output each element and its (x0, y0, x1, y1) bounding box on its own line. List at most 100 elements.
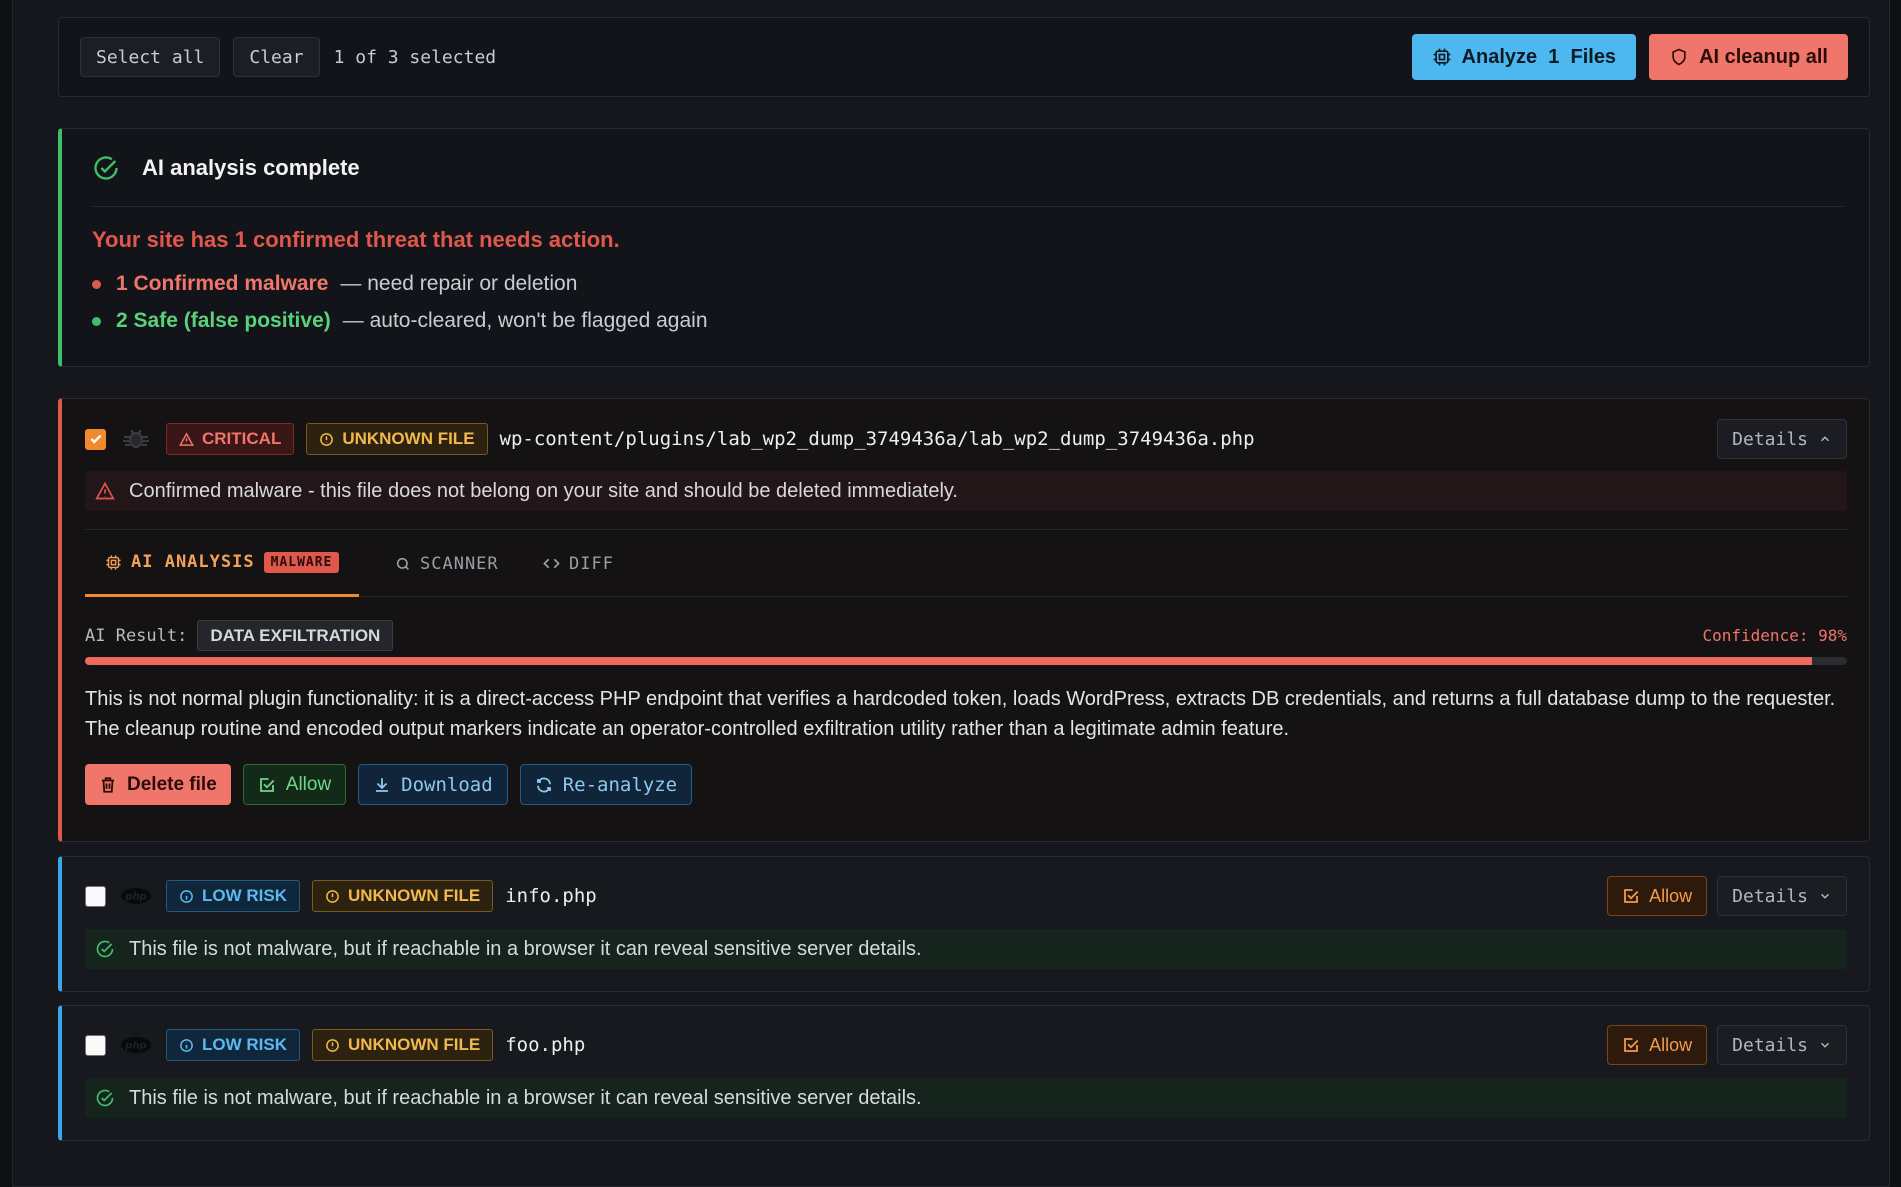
chevron-down-icon (1820, 893, 1830, 899)
file-status-message: This file is not malware, but if reachab… (85, 1078, 1847, 1118)
check-circle-icon (96, 940, 114, 958)
allow-label: Allow (285, 773, 332, 795)
file-type-label: UNKNOWN FILE (342, 429, 475, 448)
ai-explanation: This is not normal plugin functionality:… (85, 688, 1836, 740)
re-analyze-button[interactable]: Re-analyze (519, 764, 693, 805)
info-circle-icon (326, 1038, 339, 1052)
file-path: wp-content/plugins/lab_wp2_dump_3749436a… (499, 428, 1255, 450)
check-circle-icon (96, 1089, 114, 1107)
severity-label: LOW RISK (202, 886, 287, 905)
details-toggle-button[interactable]: Details (1717, 876, 1847, 916)
tab-diff[interactable]: DIFF (543, 530, 614, 597)
file-type-label: UNKNOWN FILE (348, 886, 481, 905)
file-card-critical: CRITICAL UNKNOWN FILE wp-content/plugins… (58, 398, 1870, 842)
allow-label: Allow (1649, 885, 1693, 906)
file-checkbox[interactable] (85, 428, 106, 450)
confidence-bar-fill (85, 657, 1812, 665)
file-type-badge: UNKNOWN FILE (312, 1029, 494, 1061)
ai-result-tag: DATA EXFILTRATION (197, 620, 394, 651)
allow-button[interactable]: Allow (242, 764, 347, 805)
summary-item-malware: 1 Confirmed malware — need repair or del… (92, 272, 577, 296)
php-icon: php (121, 1037, 151, 1053)
file-header: php LOW RISK UNKNOWN FILE info.php Allow… (85, 876, 1847, 916)
summary-item-safe: 2 Safe (false positive) — auto-cleared, … (92, 309, 708, 333)
analyze-files-button[interactable]: Analyze 1 Files (1411, 34, 1637, 80)
ai-result-row: AI Result: DATA EXFILTRATION Confidence:… (85, 620, 1847, 651)
summary-item-detail: — auto-cleared, won't be flagged again (342, 309, 708, 332)
confidence-label: Confidence: 98% (1702, 626, 1848, 645)
details-label: Details (1732, 885, 1808, 907)
tab-ai-analysis[interactable]: AI ANALYSIS MALWARE (85, 530, 360, 597)
file-checkbox[interactable] (85, 885, 106, 907)
summary-title: AI analysis complete (142, 155, 360, 180)
info-circle-icon (320, 432, 334, 446)
threat-headline: Your site has 1 confirmed threat that ne… (92, 227, 620, 252)
details-toggle-button[interactable]: Details (1717, 1025, 1847, 1065)
selection-toolbar: Select all Clear 1 of 3 selected Analyze… (58, 17, 1870, 97)
delete-file-button[interactable]: Delete file (85, 764, 231, 805)
file-status-message: Confirmed malware - this file does not b… (85, 471, 1847, 511)
summary-divider (92, 206, 1844, 207)
checkmark-icon (90, 434, 101, 444)
summary-header: AI analysis complete (92, 154, 360, 182)
selection-status: 1 of 3 selected (333, 46, 497, 68)
cpu-icon (1433, 48, 1450, 66)
details-toggle-button[interactable]: Details (1717, 419, 1847, 459)
info-circle-icon (326, 889, 339, 903)
bug-icon (123, 429, 149, 448)
file-actions: Delete file Allow Download Re-analyze (85, 764, 693, 805)
download-icon (376, 777, 389, 792)
select-all-button[interactable]: Select all (80, 37, 221, 77)
file-checkbox[interactable] (85, 1034, 106, 1056)
analysis-tabs: AI ANALYSIS MALWARE SCANNER DIFF (85, 529, 1847, 597)
clear-selection-button[interactable]: Clear (233, 37, 320, 77)
cpu-icon (106, 554, 121, 570)
details-label: Details (1732, 428, 1808, 450)
file-header: php LOW RISK UNKNOWN FILE foo.php Allow … (85, 1025, 1847, 1065)
re-analyze-label: Re-analyze (562, 773, 678, 796)
ai-cleanup-all-button[interactable]: AI cleanup all (1649, 34, 1848, 80)
svg-text:php: php (124, 892, 146, 903)
malware-badge: MALWARE (263, 551, 340, 573)
code-icon (543, 558, 560, 569)
warning-icon (95, 481, 115, 500)
check-square-icon (259, 777, 275, 792)
malware-dot (92, 279, 101, 289)
search-icon (396, 557, 409, 570)
check-square-icon (1624, 1038, 1639, 1052)
tab-scanner[interactable]: SCANNER (395, 530, 499, 597)
check-circle-icon (94, 156, 118, 180)
trash-icon (102, 776, 114, 793)
allow-button[interactable]: Allow (1607, 876, 1708, 916)
severity-badge: LOW RISK (166, 880, 300, 912)
info-circle-icon (180, 889, 193, 903)
severity-badge: LOW RISK (166, 1029, 300, 1061)
delete-file-label: Delete file (127, 773, 217, 795)
file-type-badge: UNKNOWN FILE (312, 880, 494, 912)
file-card-low-risk: php LOW RISK UNKNOWN FILE foo.php Allow … (58, 1005, 1870, 1141)
severity-badge: CRITICAL (166, 423, 295, 455)
scan-results-panel: Select all Clear 1 of 3 selected Analyze… (12, 0, 1890, 1187)
file-message-text: This file is not malware, but if reachab… (129, 937, 922, 960)
analysis-summary: AI analysis complete Your site has 1 con… (58, 128, 1870, 367)
details-label: Details (1732, 1034, 1808, 1056)
download-label: Download (401, 773, 493, 796)
file-type-badge: UNKNOWN FILE (306, 423, 488, 455)
file-message-text: This file is not malware, but if reachab… (129, 1086, 922, 1109)
download-button[interactable]: Download (358, 764, 508, 805)
confidence-bar (85, 657, 1847, 665)
tab-label: DIFF (569, 553, 614, 574)
file-card-low-risk: php LOW RISK UNKNOWN FILE info.php Allow… (58, 856, 1870, 992)
tab-label: AI ANALYSIS (131, 552, 255, 572)
summary-item-label: 2 Safe (false positive) (116, 309, 331, 332)
info-circle-icon (180, 1038, 193, 1052)
severity-label: LOW RISK (202, 1035, 287, 1054)
tab-label: SCANNER (420, 553, 499, 574)
chevron-down-icon (1820, 1042, 1830, 1048)
file-path: foo.php (505, 1034, 586, 1056)
svg-text:php: php (124, 1041, 146, 1052)
file-path: info.php (505, 885, 597, 907)
refresh-icon (536, 777, 551, 792)
allow-button[interactable]: Allow (1607, 1025, 1708, 1065)
warning-icon (179, 431, 194, 446)
